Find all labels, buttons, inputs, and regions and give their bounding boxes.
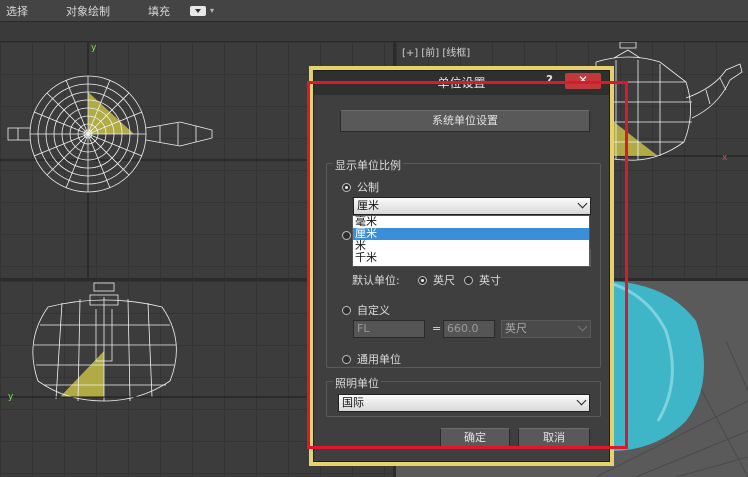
- custom-radio[interactable]: 自定义: [342, 302, 390, 318]
- metric-label: 公制: [357, 181, 379, 194]
- inch-radio-dot[interactable]: [464, 275, 473, 285]
- ok-button[interactable]: 确定: [440, 428, 510, 448]
- lighting-units-select[interactable]: 国际: [338, 394, 590, 412]
- generic-units-radio-dot[interactable]: [342, 354, 351, 364]
- metric-unit-dropdown-list[interactable]: 毫米 厘米 米 千米: [352, 215, 590, 267]
- help-icon[interactable]: ?: [546, 73, 553, 87]
- metric-unit-value: 厘米: [357, 199, 379, 212]
- ribbon-object-paint[interactable]: 对象绘制: [66, 3, 110, 19]
- axis-x-label: x: [722, 153, 728, 163]
- custom-unit-select[interactable]: 英尺: [501, 320, 591, 338]
- chevron-down-icon[interactable]: [577, 321, 588, 332]
- chevron-down-icon[interactable]: [576, 395, 587, 406]
- toolbar-strip: [0, 22, 748, 42]
- axis-y-label: y: [91, 43, 97, 53]
- ribbon-dropdown-icon[interactable]: [190, 5, 206, 16]
- generic-units-radio[interactable]: 通用单位: [342, 351, 401, 367]
- ribbon-select[interactable]: 选择: [6, 3, 28, 19]
- feet-radio[interactable]: 英尺: [418, 272, 455, 288]
- generic-units-label: 通用单位: [357, 353, 401, 366]
- custom-name-field[interactable]: FL: [353, 320, 425, 338]
- custom-unit-value: 英尺: [505, 322, 527, 335]
- custom-value-field[interactable]: 660.0: [443, 320, 495, 338]
- custom-label: 自定义: [357, 304, 390, 317]
- dropdown-option-mm[interactable]: 毫米: [353, 216, 589, 228]
- default-unit-label: 默认单位:: [352, 274, 400, 287]
- lighting-units-value: 国际: [342, 396, 364, 409]
- metric-radio-dot[interactable]: [342, 182, 351, 192]
- feet-label: 英尺: [433, 274, 455, 287]
- top-ribbon: 选择 对象绘制 填充 ▾: [0, 0, 748, 22]
- equals-label: =: [432, 322, 442, 335]
- metric-radio[interactable]: 公制: [342, 179, 379, 195]
- us-standard-radio-dot[interactable]: [342, 231, 351, 240]
- chevron-down-icon[interactable]: [577, 198, 588, 209]
- lighting-units-title: 照明单位: [333, 375, 381, 391]
- inch-label: 英寸: [479, 274, 501, 287]
- feet-radio-dot[interactable]: [418, 275, 427, 285]
- dropdown-option-km[interactable]: 千米: [353, 252, 589, 264]
- metric-unit-select[interactable]: 厘米: [353, 197, 591, 215]
- custom-radio-dot[interactable]: [342, 305, 351, 315]
- ribbon-caret-icon[interactable]: ▾: [210, 6, 214, 15]
- close-button[interactable]: ✕: [565, 73, 601, 89]
- dropdown-option-m[interactable]: 米: [353, 240, 589, 252]
- display-unit-scale-title: 显示单位比例: [333, 157, 403, 173]
- inch-radio[interactable]: 英寸: [464, 272, 501, 288]
- cancel-button[interactable]: 取消: [518, 428, 590, 448]
- axis-y-label-left: y: [8, 392, 14, 402]
- ribbon-fill[interactable]: 填充: [148, 3, 170, 19]
- system-unit-setup-button[interactable]: 系统单位设置: [340, 110, 590, 132]
- dropdown-option-cm[interactable]: 厘米: [353, 228, 589, 240]
